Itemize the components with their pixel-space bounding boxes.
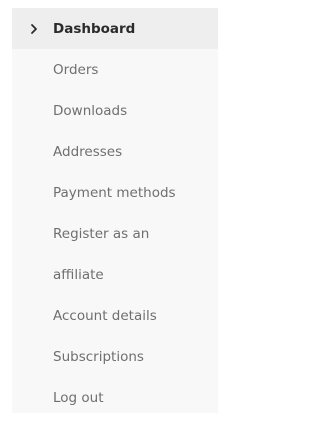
nav-item-register-affiliate[interactable]: Register as an [12,213,218,254]
chevron-right-icon [31,23,37,34]
account-navigation: Dashboard Orders Downloads Addresses Pay… [12,8,218,413]
nav-item-subscriptions[interactable]: Subscriptions [12,336,218,377]
nav-item-account-details[interactable]: Account details [12,295,218,336]
nav-item-label: Log out [53,389,104,406]
nav-item-label: Account details [53,307,157,324]
nav-item-label: Orders [53,61,99,78]
nav-item-label: Subscriptions [53,348,144,365]
nav-item-dashboard[interactable]: Dashboard [12,8,218,49]
nav-item-orders[interactable]: Orders [12,49,218,90]
nav-item-label: Register as an [53,225,150,242]
nav-item-label: Addresses [53,143,123,160]
nav-item-addresses[interactable]: Addresses [12,131,218,172]
nav-item-label: Dashboard [53,20,136,37]
nav-item-label: affiliate [53,266,104,283]
nav-item-label: Downloads [53,102,128,119]
nav-item-register-affiliate-continued[interactable]: affiliate [12,254,218,295]
nav-item-downloads[interactable]: Downloads [12,90,218,131]
nav-item-log-out[interactable]: Log out [12,377,218,418]
nav-item-label: Payment methods [53,184,176,201]
nav-item-payment-methods[interactable]: Payment methods [12,172,218,213]
